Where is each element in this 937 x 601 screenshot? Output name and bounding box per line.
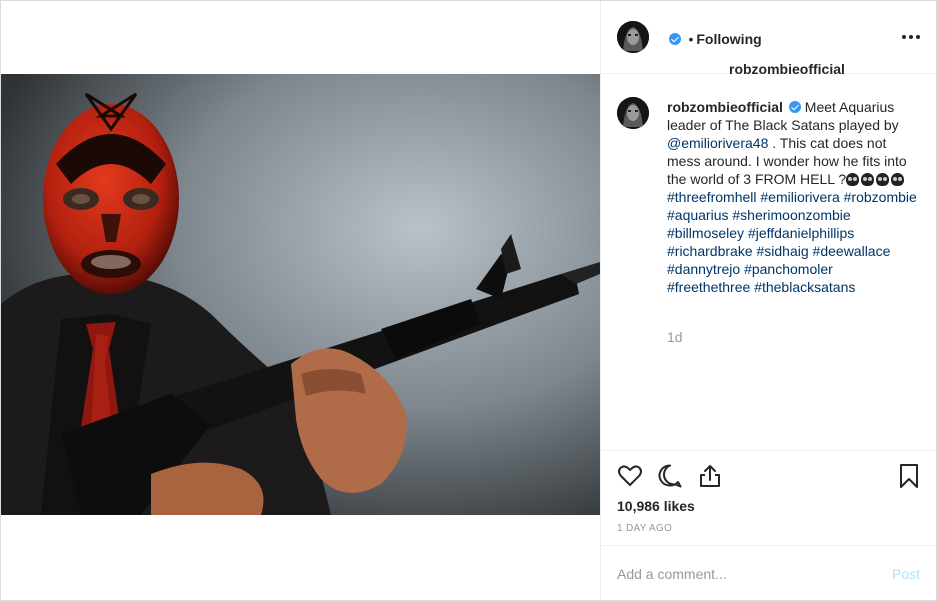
hashtag-list: #threefromhell #emiliorivera #robzombie … xyxy=(667,189,917,295)
separator-dot: • xyxy=(688,31,694,47)
post-image[interactable] xyxy=(1,74,600,515)
hashtag-link[interactable]: #jeffdanielphillips xyxy=(748,225,854,241)
avatar-image xyxy=(617,21,649,53)
more-dot xyxy=(909,35,913,39)
skull-emoji-icon xyxy=(846,173,860,186)
comment-input[interactable] xyxy=(617,560,877,588)
media-bottom-padding xyxy=(1,515,600,599)
hashtag-link[interactable]: #aquarius xyxy=(667,207,729,223)
caption-username-link[interactable]: robzombieofficial xyxy=(667,99,783,115)
post-actions: 10,986 likes 1 DAY AGO xyxy=(601,450,936,546)
hashtag-link[interactable]: #freethethree xyxy=(667,279,750,295)
hashtag-link[interactable]: #sidhaig xyxy=(757,243,809,259)
hashtag-link[interactable]: #theblacksatans xyxy=(754,279,855,295)
caption-avatar[interactable] xyxy=(617,97,649,129)
hashtag-link[interactable]: #threefromhell xyxy=(667,189,757,205)
bookmark-icon[interactable] xyxy=(896,463,922,489)
hashtag-link[interactable]: #sherimoonzombie xyxy=(732,207,850,223)
hashtag-link[interactable]: #deewallace xyxy=(813,243,891,259)
heart-icon[interactable] xyxy=(617,463,643,489)
more-dot xyxy=(902,35,906,39)
avatar-image xyxy=(617,97,649,129)
skull-emoji-icon xyxy=(891,173,905,186)
comment-time[interactable]: 1d xyxy=(667,329,683,345)
skull-emoji-icon xyxy=(861,173,875,186)
comment-form: Post xyxy=(601,545,936,600)
hashtag-link[interactable]: #emiliorivera xyxy=(760,189,839,205)
masked-man-with-rifle-photo xyxy=(1,74,600,515)
more-options-icon[interactable] xyxy=(902,29,920,45)
verified-badge-icon xyxy=(788,101,801,113)
post-header: robzombieofficial • Following xyxy=(601,1,936,77)
hashtag-link[interactable]: #robzombie xyxy=(844,189,917,205)
mention-link[interactable]: @emiliorivera48 xyxy=(667,135,768,151)
caption-section: robzombieofficial Meet Aquarius leader o… xyxy=(601,74,936,450)
verified-badge-icon xyxy=(669,33,681,45)
share-icon[interactable] xyxy=(697,463,723,489)
caption-text: robzombieofficial Meet Aquarius leader o… xyxy=(667,98,919,296)
more-dot xyxy=(916,35,920,39)
hashtag-link[interactable]: #richardbrake xyxy=(667,243,753,259)
media-top-padding xyxy=(1,1,600,74)
hashtag-link[interactable]: #dannytrejo xyxy=(667,261,740,277)
post-date[interactable]: 1 DAY AGO xyxy=(617,523,672,534)
hashtag-link[interactable]: #panchomoler xyxy=(744,261,833,277)
header-user-line: robzombieofficial • Following xyxy=(665,31,845,77)
post-comment-button[interactable]: Post xyxy=(892,566,920,582)
skull-emoji-icon xyxy=(876,173,890,186)
following-button[interactable]: Following xyxy=(696,31,761,47)
comment-bubble-icon[interactable] xyxy=(657,463,683,489)
likes-count[interactable]: 10,986 likes xyxy=(617,498,695,514)
avatar[interactable] xyxy=(617,21,649,53)
hashtag-link[interactable]: #billmoseley xyxy=(667,225,744,241)
post-side-panel: robzombieofficial • Following robzombieof… xyxy=(600,1,936,599)
